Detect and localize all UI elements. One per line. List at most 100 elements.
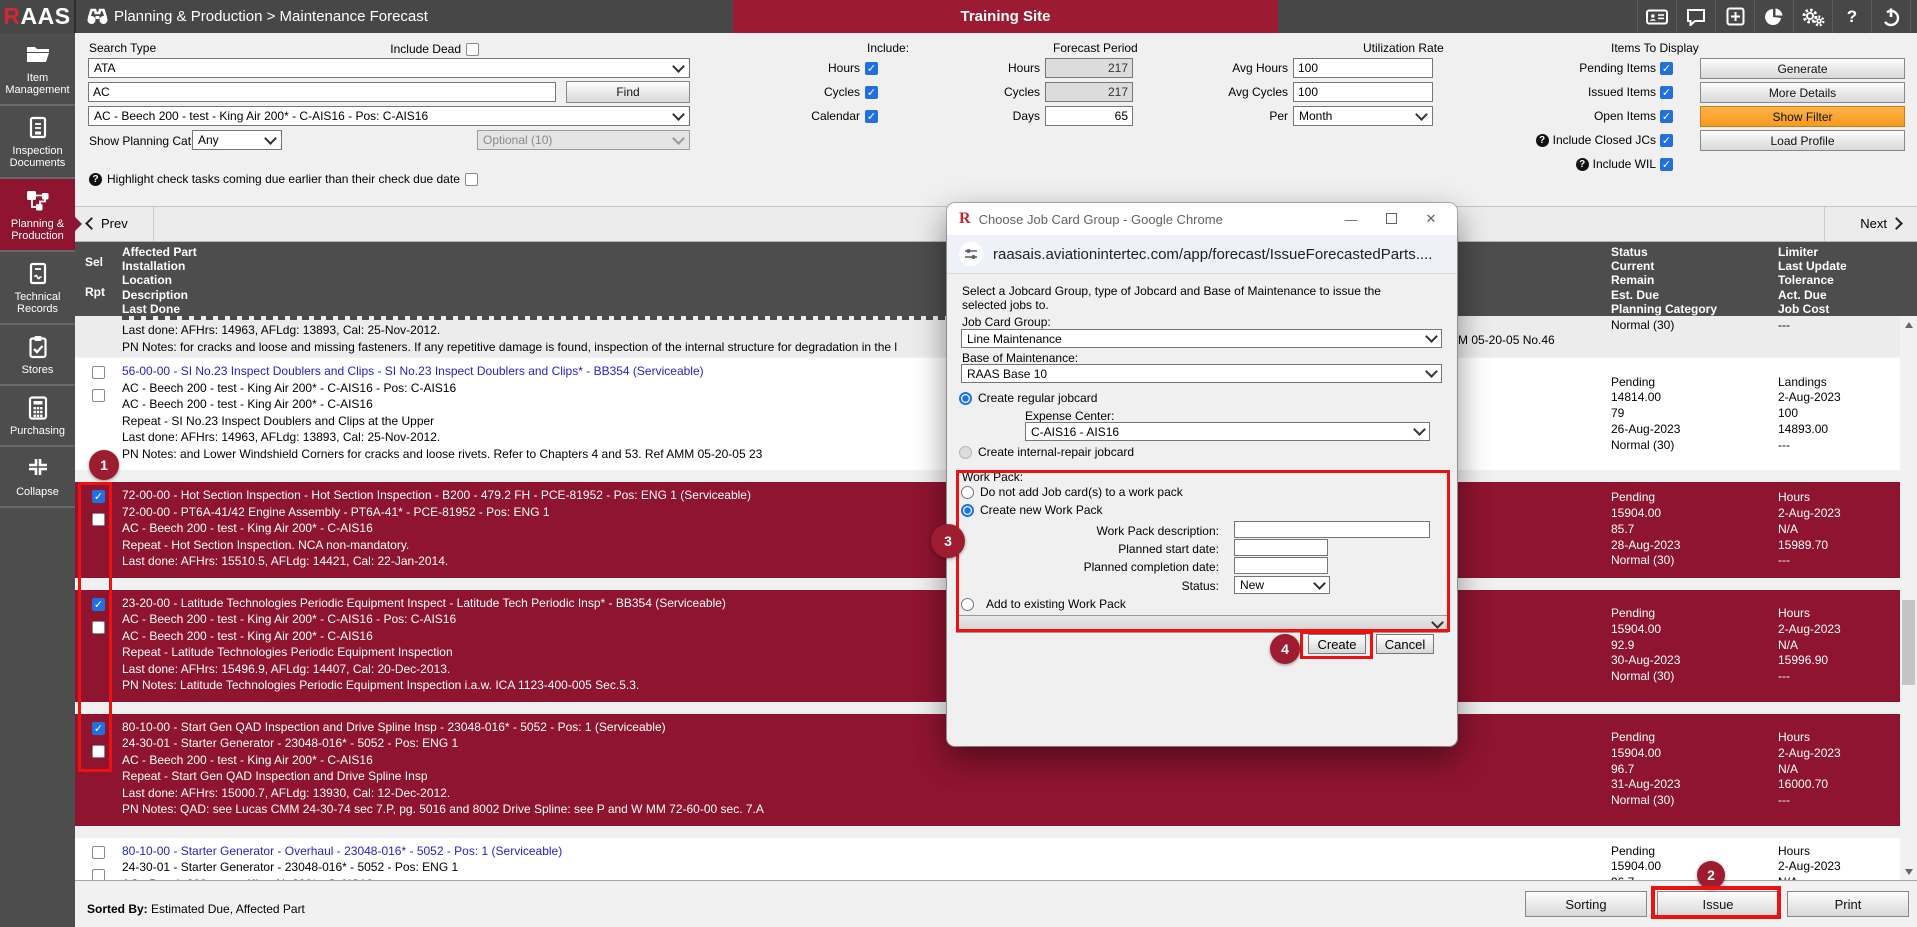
issued-items-checkbox[interactable]: ✓ [1660,86,1673,99]
row-description: 80-10-00 - Starter Generator - Overhaul … [122,838,1611,881]
forecast-cycles-input [1045,82,1133,102]
row-rpt-checkbox[interactable] [92,389,105,402]
sidebar-item-technical-records[interactable]: Technical Records [0,252,75,325]
generate-button[interactable]: Generate [1700,58,1905,79]
chat-icon[interactable] [1676,0,1715,33]
limiter-value: 2-Aug-2023 [1778,622,1900,638]
include-cycles-checkbox[interactable]: ✓ [865,86,878,99]
sidebar-item-purchasing[interactable]: Purchasing [0,386,75,447]
task-link[interactable]: 56-00-00 - SI No.23 Inspect Doublers and… [122,364,704,378]
utilization-avg-cycles-label: Avg Cycles [1228,85,1288,99]
include-calendar-checkbox[interactable]: ✓ [865,110,878,123]
find-button[interactable]: Find [566,81,690,103]
scrollbar-thumb[interactable] [1902,600,1915,685]
minimize-icon[interactable]: — [1335,212,1367,227]
per-period-select[interactable]: Month [1293,106,1433,126]
popup-url: raasais.aviationintertec.com/app/forecas… [993,246,1432,263]
next-link[interactable]: Next [1860,216,1901,231]
print-button[interactable]: Print [1787,891,1909,917]
prev-link[interactable]: Prev [87,216,128,231]
help-icon[interactable]: ? [1536,134,1549,147]
id-card-icon[interactable] [1637,0,1676,33]
vertical-scrollbar[interactable] [1900,316,1917,880]
help-icon[interactable]: ? [1832,0,1871,33]
pie-chart-icon[interactable] [1754,0,1793,33]
limiter-value: --- [1778,553,1900,569]
planning-cat-select[interactable]: Any [192,130,282,150]
limiter-value: N/A [1778,762,1900,778]
table-row: 80-10-00 - Starter Generator - Overhaul … [75,838,1900,881]
task-link[interactable]: 80-10-00 - Starter Generator - Overhaul … [122,844,562,858]
row-text-line: Last done: AFHrs: 15000.7, AFLdg: 13930,… [122,786,450,800]
column-header-tolerance: Tolerance [1778,273,1917,287]
create-internal-repair-option[interactable]: Create internal-repair jobcard [959,445,1134,459]
radio-selected-icon[interactable] [959,392,972,405]
limiter-value: 2-Aug-2023 [1778,746,1900,762]
forecast-days-input[interactable] [1045,106,1133,126]
power-icon[interactable] [1871,0,1911,33]
sidebar-item-item-management[interactable]: Item Management [0,33,75,106]
load-profile-button[interactable]: Load Profile [1700,130,1905,151]
job-card-group-select[interactable]: Line Maintenance [961,329,1442,348]
raas-logo[interactable]: RAAS [0,0,76,33]
chevron-down-icon [1413,423,1426,436]
base-of-maintenance-select[interactable]: RAAS Base 10 [961,364,1442,383]
sorting-button[interactable]: Sorting [1525,891,1647,917]
display-pending-items-label: Pending Items [1579,61,1656,75]
search-input[interactable] [88,82,556,102]
sidebar-item-label: Planning & Production [2,218,73,242]
pending-items-checkbox[interactable]: ✓ [1660,62,1673,75]
site-settings-icon[interactable] [959,242,983,266]
scroll-up-arrow[interactable] [1900,316,1917,333]
include-hours-row: Hours✓ [828,58,878,78]
close-icon[interactable]: ✕ [1415,211,1447,227]
chevron-down-icon [1425,365,1438,378]
help-icon[interactable]: ? [1576,158,1589,171]
include-closed-jcs-checkbox[interactable]: ✓ [1660,134,1673,147]
column-header-planning-category: Planning Category [1611,302,1778,316]
include-cycles-row: Cycles✓ [824,82,878,102]
new-window-icon[interactable] [1715,0,1754,33]
row-text-line: 72-00-00 - Hot Section Inspection - Hot … [122,488,751,502]
scroll-down-arrow[interactable] [1900,863,1917,880]
maximize-icon[interactable] [1375,212,1407,227]
open-items-checkbox[interactable]: ✓ [1660,110,1673,123]
row-rpt-checkbox[interactable] [92,869,105,881]
limiter-value: 2-Aug-2023 [1778,506,1900,522]
sidebar: Item ManagementInspection Documents Plann… [0,33,75,927]
sidebar-item-stores[interactable]: Stores [0,325,75,386]
show-filter-button[interactable]: Show Filter [1700,106,1905,127]
settings-gears-icon[interactable] [1793,0,1832,33]
utilization-avg-cycles-input[interactable] [1293,82,1433,102]
search-type-select[interactable]: ATA [88,58,690,78]
highlight-checkbox[interactable] [465,173,478,186]
limiter-value: 2-Aug-2023 [1778,390,1900,406]
aircraft-select[interactable]: AC - Beech 200 - test - King Air 200* - … [88,106,690,126]
sidebar-item-inspection-documents[interactable]: Inspection Documents [0,106,75,179]
include-hours-checkbox[interactable]: ✓ [865,62,878,75]
limiter-value: 15996.90 [1778,653,1900,669]
popup-url-bar[interactable]: raasais.aviationintertec.com/app/forecas… [947,235,1457,274]
row-select-checkbox[interactable] [92,366,105,379]
utilization-avg-hours-input[interactable] [1293,58,1433,78]
help-icon[interactable]: ? [89,173,102,186]
radio-unselected-icon[interactable] [959,446,972,459]
create-regular-jobcard-option[interactable]: Create regular jobcard [959,391,1097,405]
status-value: Pending [1611,490,1778,506]
status-value: 96.7 [1611,762,1778,778]
forecast-hours-input [1045,58,1133,78]
utilization-avg-hours-row: Avg Hours [1232,58,1433,78]
cancel-button[interactable]: Cancel [1376,634,1434,654]
more-details-button[interactable]: More Details [1700,82,1905,103]
popup-title-bar[interactable]: R Choose Job Card Group - Google Chrome … [947,203,1457,235]
status-value: Normal (30) [1611,438,1778,454]
include-wil-checkbox[interactable]: ✓ [1660,158,1673,171]
include-dead-checkbox[interactable] [466,43,479,56]
row-select-checkbox[interactable] [92,846,105,859]
sidebar-item-collapse[interactable]: Collapse [0,447,75,508]
expense-center-select[interactable]: C-AIS16 - AIS16 [1025,422,1430,441]
row-text-line: 72-00-00 - PT6A-41/42 Engine Assembly - … [122,505,550,519]
status-value: 28-Aug-2023 [1611,538,1778,554]
limiter-value: Landings [1778,375,1900,391]
sidebar-item-planning-production[interactable]: Planning & Production [0,179,75,252]
